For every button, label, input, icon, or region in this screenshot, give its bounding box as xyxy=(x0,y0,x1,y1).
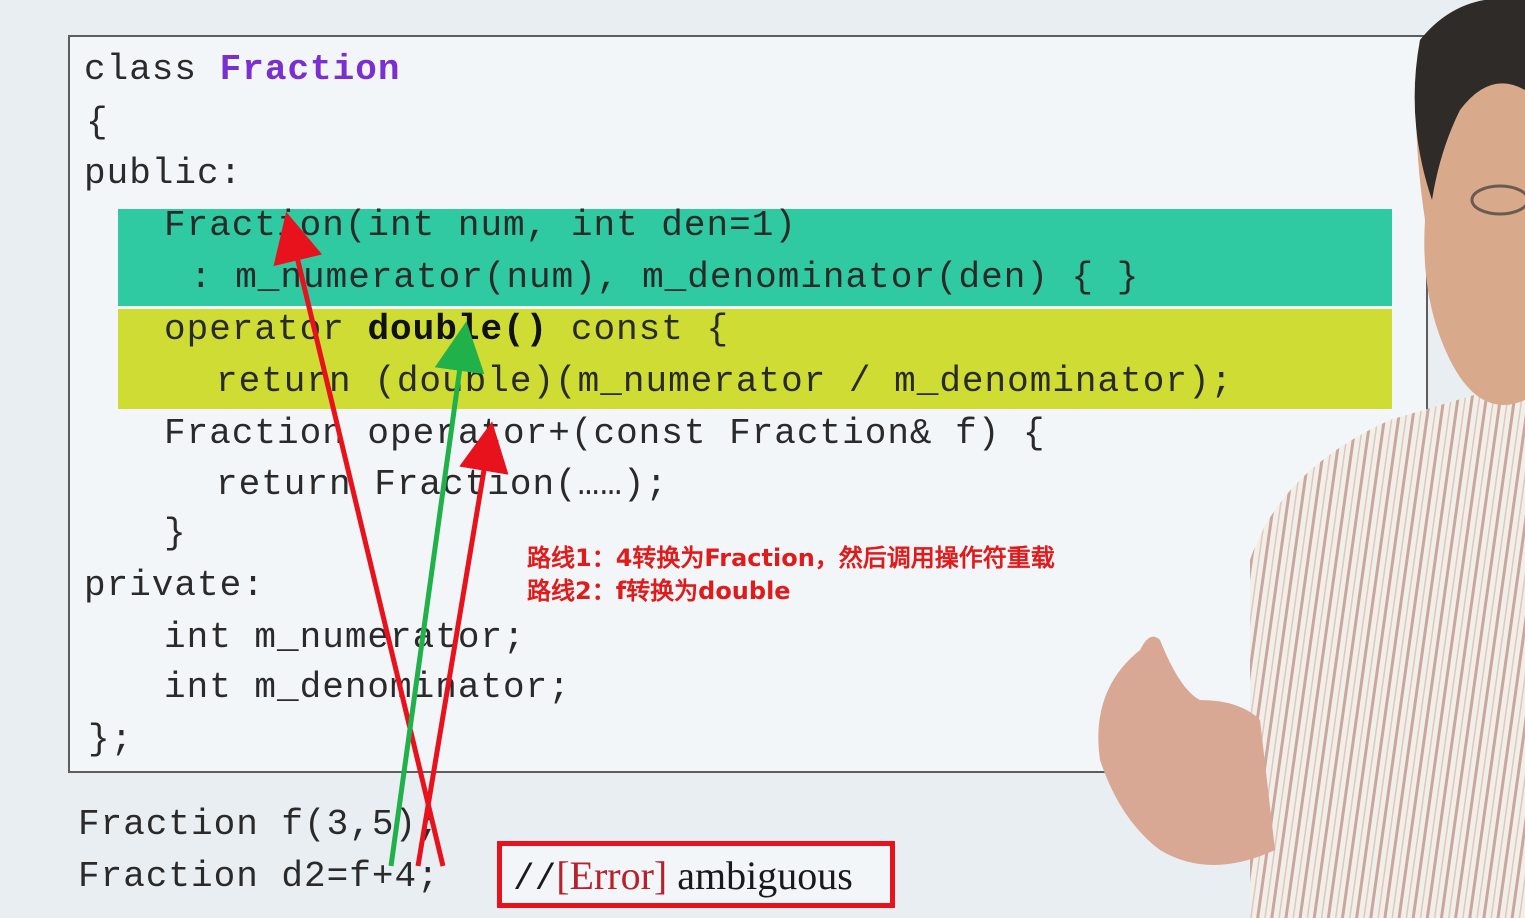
route-1-arrow-to-constructor xyxy=(273,211,446,867)
presenter-image xyxy=(1098,0,1525,918)
route-2-arrow-to-double-operator xyxy=(388,321,485,867)
slide: class Fraction { public: Fraction(int nu… xyxy=(0,0,1525,918)
route-1-arrow-to-plus-operator xyxy=(415,421,509,867)
